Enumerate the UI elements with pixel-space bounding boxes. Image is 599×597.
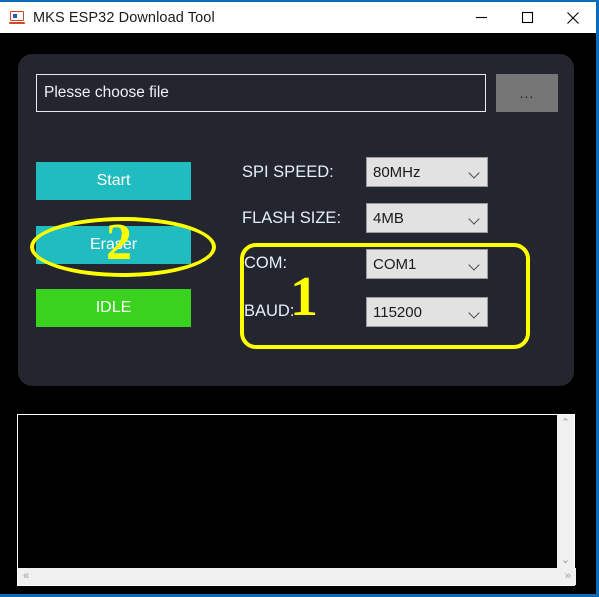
- browse-file-button[interactable]: ...: [496, 74, 558, 112]
- eraser-button[interactable]: Eraser: [36, 226, 191, 264]
- scroll-right-icon[interactable]: »: [560, 568, 576, 585]
- spi-speed-select[interactable]: 80MHz: [366, 157, 488, 187]
- baud-rate-select[interactable]: 115200: [366, 297, 488, 327]
- log-horizontal-scrollbar[interactable]: « »: [18, 568, 576, 585]
- close-button[interactable]: [550, 2, 596, 33]
- chevron-down-icon: [470, 169, 480, 175]
- com-port-select[interactable]: COM1: [366, 249, 488, 279]
- scroll-up-icon[interactable]: ⌃: [556, 415, 575, 432]
- flash-size-value: 4MB: [373, 209, 404, 227]
- com-label: COM:: [244, 254, 288, 272]
- app-content: Plesse choose file ... Start Eraser IDLE…: [0, 33, 596, 594]
- com-port-value: COM1: [373, 255, 417, 273]
- spi-speed-label: SPI SPEED:: [242, 163, 334, 181]
- computer-icon: [9, 10, 25, 26]
- chevron-down-icon: [470, 215, 480, 221]
- window-title: MKS ESP32 Download Tool: [33, 9, 215, 26]
- scroll-down-icon[interactable]: ⌄: [556, 552, 575, 569]
- flash-size-select[interactable]: 4MB: [366, 203, 488, 233]
- file-path-input[interactable]: Plesse choose file: [36, 74, 486, 112]
- maximize-icon: [521, 11, 533, 24]
- baud-rate-value: 115200: [373, 303, 422, 321]
- window-controls: [458, 2, 596, 33]
- log-output-text[interactable]: [18, 415, 557, 569]
- status-badge-idle: IDLE: [36, 289, 191, 327]
- title-bar[interactable]: MKS ESP32 Download Tool: [0, 2, 596, 33]
- chevron-down-icon: [470, 309, 480, 315]
- scroll-left-icon[interactable]: «: [18, 568, 34, 585]
- baud-label: BAUD:: [244, 302, 295, 320]
- app-window: MKS ESP32 Download Tool Plesse choose fi…: [0, 0, 599, 597]
- spi-speed-value: 80MHz: [373, 163, 421, 181]
- log-output-container: ⌃ ⌄ « »: [17, 414, 576, 586]
- minimize-button[interactable]: [458, 2, 504, 33]
- log-vertical-scrollbar[interactable]: ⌃ ⌄: [557, 415, 574, 569]
- start-button[interactable]: Start: [36, 162, 191, 200]
- flash-size-label: FLASH SIZE:: [242, 209, 342, 227]
- close-icon: [567, 11, 579, 24]
- minimize-icon: [475, 16, 487, 19]
- settings-panel: Plesse choose file ... Start Eraser IDLE…: [18, 54, 574, 386]
- maximize-button[interactable]: [504, 2, 550, 33]
- chevron-down-icon: [470, 261, 480, 267]
